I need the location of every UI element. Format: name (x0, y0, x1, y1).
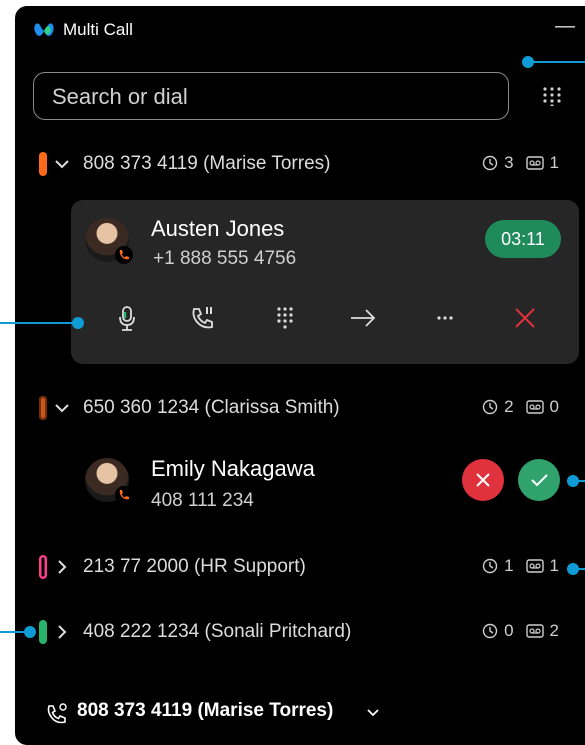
answer-button[interactable] (518, 459, 560, 501)
callout-leader (0, 322, 78, 324)
end-call-icon[interactable] (511, 304, 539, 332)
title-bar: Multi Call — (15, 6, 585, 54)
chevron-down-icon[interactable] (53, 153, 71, 175)
caller-name: Emily Nakagawa (151, 456, 315, 481)
callout-dot (72, 317, 84, 329)
voicemail-count: 1 (549, 556, 559, 575)
selected-line-label: 808 373 4119 (Marise Torres) (77, 700, 334, 721)
phone-badge-icon (115, 486, 133, 504)
line-color-pill (39, 555, 47, 579)
chevron-right-icon[interactable] (53, 621, 71, 643)
line-item[interactable]: 213 77 2000 (HR Support) 1 1 (15, 547, 585, 587)
chevron-down-icon[interactable] (365, 705, 381, 721)
search-box[interactable] (33, 72, 509, 120)
history-count: 2 (504, 397, 514, 416)
voicemail-count: 0 (549, 397, 559, 416)
history-count: 3 (504, 153, 514, 172)
callout-dot (567, 475, 579, 487)
call-timer: 03:11 (485, 220, 561, 258)
decline-button[interactable] (462, 459, 504, 501)
multi-call-window: Multi Call — 808 373 4119 (Marise Torres… (15, 6, 585, 745)
voicemail-icon (525, 559, 544, 573)
minimize-button[interactable]: — (553, 16, 577, 40)
more-icon[interactable] (431, 304, 459, 332)
voicemail-icon (525, 400, 544, 414)
phone-badge-icon (115, 246, 133, 264)
callout-dot (567, 563, 579, 575)
callout-dot (522, 56, 534, 68)
line-counters: 0 2 (482, 621, 559, 641)
voicemail-count: 2 (549, 621, 559, 640)
line-item[interactable]: 808 373 4119 (Marise Torres) 3 1 (15, 144, 585, 184)
active-call-card: Austen Jones +1 888 555 4756 03:11 (71, 200, 579, 364)
keypad-icon[interactable] (271, 304, 299, 332)
line-item[interactable]: 650 360 1234 (Clarissa Smith) 2 0 (15, 388, 585, 428)
line-number: 213 77 2000 (HR Support) (83, 556, 306, 577)
dialpad-icon[interactable] (542, 86, 562, 106)
caller-name: Austen Jones (151, 216, 285, 241)
line-number: 650 360 1234 (Clarissa Smith) (83, 397, 340, 418)
check-icon (531, 474, 548, 487)
microphone-icon[interactable] (113, 304, 141, 332)
callout-leader (528, 61, 585, 63)
chevron-right-icon[interactable] (53, 556, 71, 578)
call-settings-icon (47, 703, 67, 724)
chevron-down-icon[interactable] (53, 397, 71, 419)
search-input[interactable] (50, 73, 494, 120)
line-item[interactable]: 408 222 1234 (Sonali Pritchard) 0 2 (15, 612, 585, 652)
clock-icon (482, 558, 498, 574)
transfer-icon[interactable] (349, 304, 377, 332)
history-count: 1 (504, 556, 514, 575)
line-color-pill (39, 396, 47, 420)
clock-icon (482, 623, 498, 639)
line-number: 808 373 4119 (Marise Torres) (83, 153, 331, 174)
clock-icon (482, 399, 498, 415)
line-counters: 2 0 (482, 397, 559, 417)
close-icon (476, 473, 490, 487)
line-counters: 3 1 (482, 153, 559, 173)
app-title: Multi Call (63, 20, 133, 39)
callout-dot (24, 626, 36, 638)
hold-icon[interactable] (189, 304, 217, 332)
caller-number: +1 888 555 4756 (153, 248, 297, 269)
voicemail-count: 1 (549, 153, 559, 172)
line-color-pill (39, 620, 47, 644)
line-counters: 1 1 (482, 556, 559, 576)
voicemail-icon (525, 624, 544, 638)
webex-logo-icon (34, 23, 54, 36)
caller-number: 408 111 234 (151, 490, 254, 511)
clock-icon (482, 155, 498, 171)
line-selector[interactable]: 808 373 4119 (Marise Torres) (15, 696, 585, 736)
line-number: 408 222 1234 (Sonali Pritchard) (83, 621, 352, 642)
voicemail-icon (525, 156, 544, 170)
line-color-pill (39, 152, 47, 176)
history-count: 0 (504, 621, 514, 640)
